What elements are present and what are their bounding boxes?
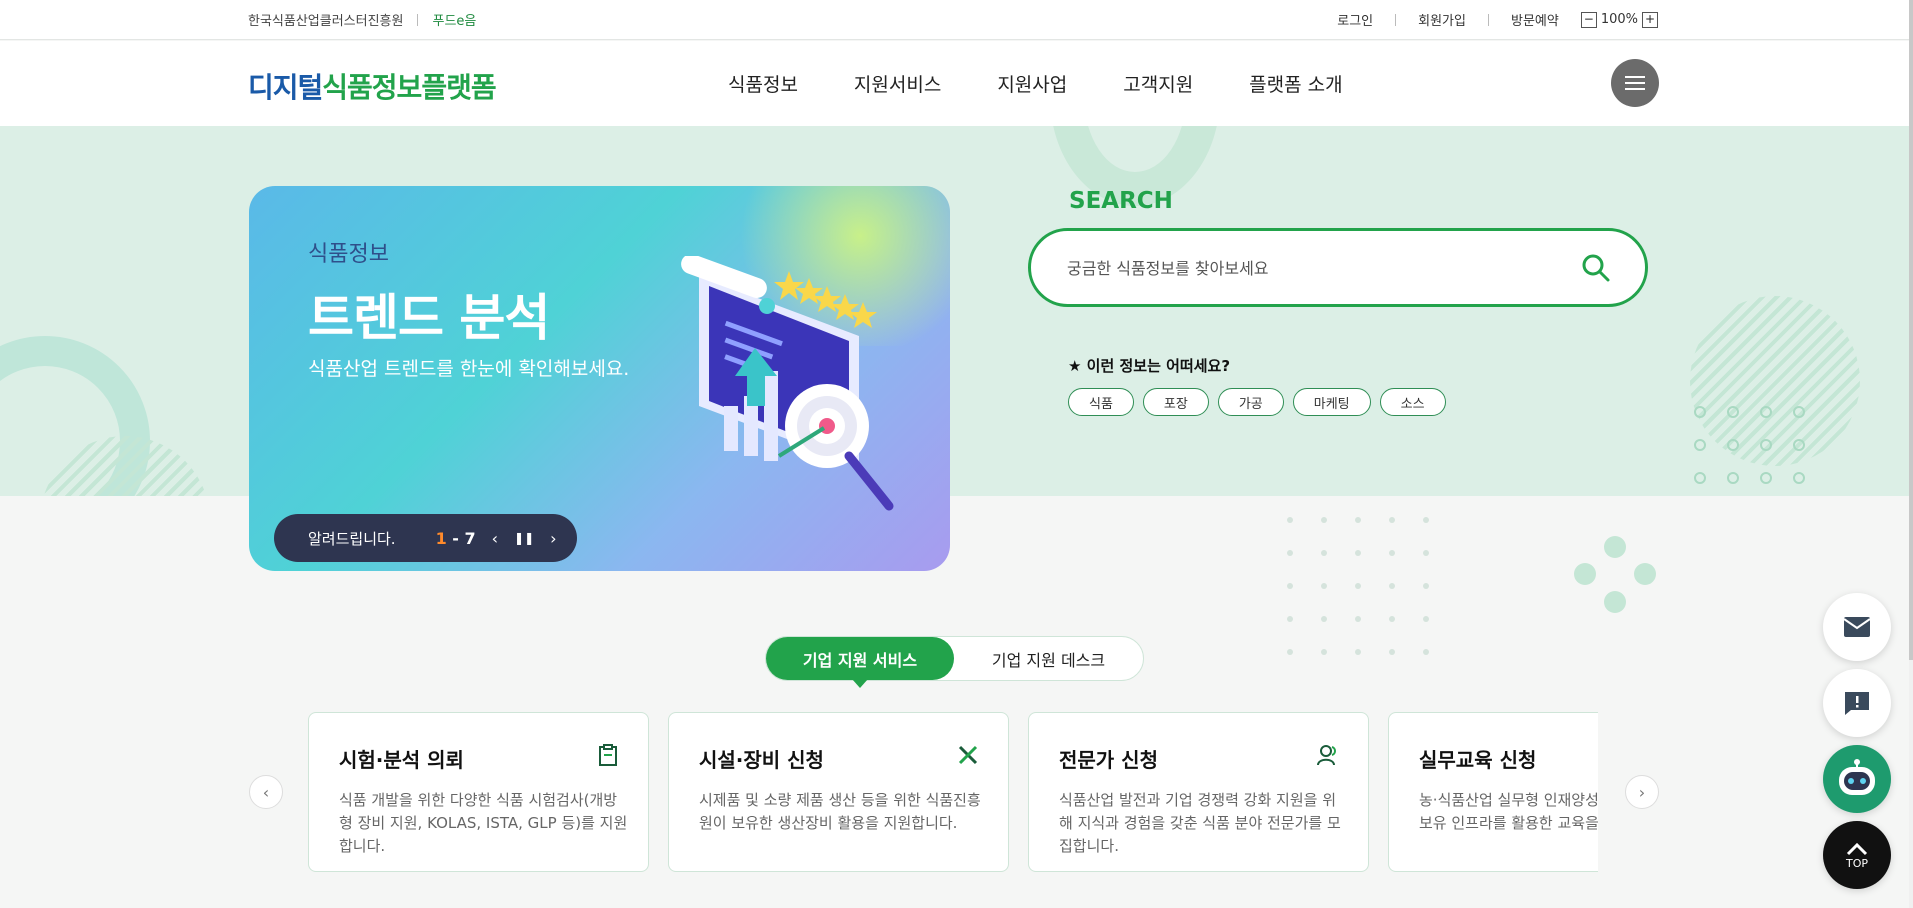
- deco-bubbles: [1574, 536, 1656, 613]
- site-logo[interactable]: 디지털식품정보플랫폼: [248, 66, 497, 106]
- trend-analysis-illustration: [681, 256, 894, 511]
- service-card-carousel: 시험·분석 의뢰 식품 개발을 위한 다양한 식품 시험검사(개방형 장비 지원…: [308, 712, 1598, 908]
- tools-icon: [958, 745, 978, 765]
- divider: [1395, 13, 1397, 26]
- page-scrollbar-thumb[interactable]: [1909, 0, 1913, 660]
- tab-business-support-service[interactable]: 기업 지원 서비스: [766, 637, 954, 680]
- tab-business-support-desk[interactable]: 기업 지원 데스크: [954, 637, 1143, 680]
- tag-processing[interactable]: 가공: [1217, 388, 1284, 416]
- tag-marketing[interactable]: 마케팅: [1292, 388, 1371, 416]
- hamburger-icon: [1625, 76, 1645, 78]
- logo-part-digital: 디지털: [248, 71, 323, 104]
- nav-item-customer-support[interactable]: 고객지원: [1123, 70, 1193, 97]
- card-title: 시설·장비 신청: [699, 748, 824, 772]
- recommend-tags: 식품 포장 가공 마케팅 소스: [1068, 388, 1446, 416]
- card-description: 식품산업 발전과 기업 경쟁력 강화 지원을 위해 지식과 경험을 갖춘 식품 …: [1059, 791, 1341, 855]
- slide-pager: 1 - 7: [436, 529, 476, 548]
- chevron-right-icon: ›: [1638, 782, 1646, 802]
- clipboard-icon: [599, 744, 617, 766]
- deco-dot-grid: [1287, 517, 1429, 655]
- divider: [417, 13, 419, 26]
- card-title: 시험·분석 의뢰: [339, 748, 464, 772]
- carousel-next-button[interactable]: ›: [1625, 775, 1659, 809]
- feedback-button[interactable]: [1823, 669, 1891, 737]
- zoom-control: − 100% +: [1580, 11, 1658, 28]
- top-label: TOP: [1845, 856, 1868, 870]
- mail-icon: [1843, 617, 1871, 637]
- card-description: 시제품 및 소량 제품 생산 등을 위한 식품진흥원이 보유한 생산장비 활용을…: [699, 791, 981, 832]
- card-description: 식품 개발을 위한 다양한 식품 시험검사(개방형 장비 지원, KOLAS, …: [339, 791, 628, 855]
- slide-total: 7: [464, 528, 476, 548]
- deco-dots: [1694, 406, 1805, 484]
- slide-pause-icon[interactable]: ❚❚: [514, 531, 534, 545]
- slide-prev-icon[interactable]: ‹: [492, 529, 498, 548]
- service-card[interactable]: 시설·장비 신청 시제품 및 소량 제품 생산 등을 위한 식품진흥원이 보유한…: [668, 712, 1009, 872]
- search-input[interactable]: [1067, 253, 1567, 283]
- zoom-out-button[interactable]: −: [1580, 11, 1597, 28]
- org-link[interactable]: 한국식품산업클러스터진흥원: [248, 10, 403, 29]
- logo-part-platform: 식품정보플랫폼: [322, 71, 496, 104]
- hamburger-menu-button[interactable]: [1611, 59, 1659, 107]
- zoom-in-button[interactable]: +: [1642, 11, 1658, 28]
- login-link[interactable]: 로그인: [1337, 10, 1373, 29]
- chevron-left-icon: ‹: [262, 782, 270, 802]
- utility-left: 한국식품산업클러스터진흥원 푸드e음: [248, 10, 476, 29]
- service-card[interactable]: 실무교육 신청 농·식품산업 실무형 인재양성을 위해 진흥원 보유 인프라를 …: [1388, 712, 1598, 872]
- card-description: 농·식품산업 실무형 인재양성을 위해 진흥원 보유 인프라를 활용한 교육을 …: [1419, 791, 1598, 832]
- nav-item-support-program[interactable]: 지원사업: [997, 70, 1067, 97]
- scroll-top-button[interactable]: TOP: [1823, 821, 1891, 889]
- tab-active-pointer: [852, 679, 868, 688]
- slide-next-icon[interactable]: ›: [550, 529, 556, 548]
- tag-packaging[interactable]: 포장: [1142, 388, 1209, 416]
- card-title: 실무교육 신청: [1419, 748, 1537, 772]
- report-icon: [1845, 692, 1869, 715]
- signup-link[interactable]: 회원가입: [1418, 10, 1466, 29]
- tag-sauce[interactable]: 소스: [1379, 388, 1446, 416]
- foode-link[interactable]: 푸드e음: [432, 10, 476, 29]
- carousel-prev-button[interactable]: ‹: [249, 775, 283, 809]
- utility-right: 로그인 회원가입 방문예약 − 100% +: [1337, 10, 1658, 29]
- chatbot-button[interactable]: [1823, 745, 1891, 813]
- hamburger-icon-line: [1625, 88, 1645, 90]
- hero-description: 식품산업 트렌드를 한눈에 확인해보세요.: [308, 358, 630, 380]
- robot-icon: [1839, 759, 1875, 795]
- main-nav: 식품정보 지원서비스 지원사업 고객지원 플랫폼 소개: [728, 70, 1343, 97]
- divider: [1487, 13, 1489, 26]
- card-title: 전문가 신청: [1059, 748, 1158, 772]
- nav-item-food-info[interactable]: 식품정보: [728, 70, 798, 97]
- hamburger-icon-line: [1625, 82, 1645, 84]
- visit-link[interactable]: 방문예약: [1511, 10, 1559, 29]
- zoom-level: 100%: [1600, 12, 1638, 27]
- users-icon: [1317, 745, 1336, 766]
- notice-label[interactable]: 알려드립니다.: [308, 528, 396, 549]
- slide-current: 1: [435, 528, 447, 548]
- notice-bar: 알려드립니다. 1 - 7 ‹ ❚❚ ›: [274, 514, 577, 562]
- chevron-up-icon: [1846, 842, 1868, 855]
- nav-item-support-service[interactable]: 지원서비스: [854, 70, 941, 97]
- service-tabs: 기업 지원 서비스 기업 지원 데스크: [765, 636, 1144, 688]
- utility-bar: 한국식품산업클러스터진흥원 푸드e음 로그인 회원가입 방문예약 − 100% …: [0, 0, 1913, 40]
- nav-item-platform-intro[interactable]: 플랫폼 소개: [1249, 70, 1342, 97]
- recommend-label: ★ 이런 정보는 어떠세요?: [1068, 357, 1231, 375]
- hero-subtitle: 식품정보: [308, 242, 389, 267]
- slide-pager-separator: -: [446, 528, 465, 548]
- hero-banner[interactable]: 식품정보 트렌드 분석 식품산업 트렌드를 한눈에 확인해보세요. 알려드립니다…: [249, 186, 950, 571]
- hero-title: 트렌드 분석: [308, 289, 550, 347]
- tag-food[interactable]: 식품: [1068, 388, 1134, 416]
- search-icon[interactable]: [1581, 253, 1611, 283]
- site-header: 디지털식품정보플랫폼 식품정보 지원서비스 지원사업 고객지원 플랫폼 소개: [0, 41, 1913, 126]
- service-card[interactable]: 전문가 신청 식품산업 발전과 기업 경쟁력 강화 지원을 위해 지식과 경험을…: [1028, 712, 1369, 872]
- mail-button[interactable]: [1823, 593, 1891, 661]
- search-box: [1028, 228, 1648, 307]
- search-title: SEARCH: [1069, 188, 1173, 214]
- service-card[interactable]: 시험·분석 의뢰 식품 개발을 위한 다양한 식품 시험검사(개방형 장비 지원…: [308, 712, 649, 872]
